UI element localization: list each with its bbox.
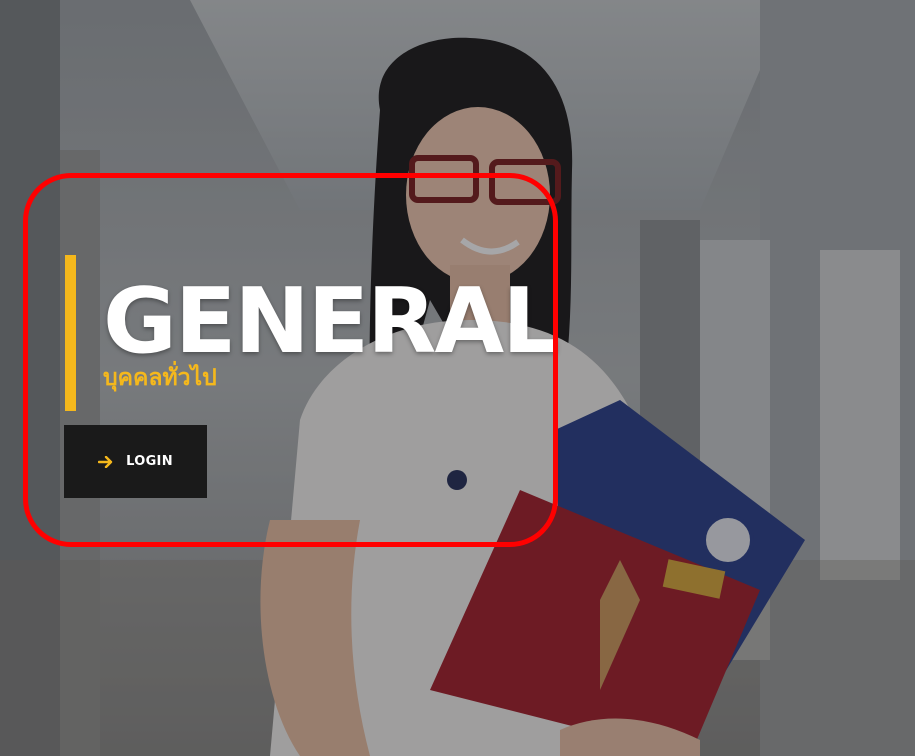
login-label: LOGIN — [126, 454, 173, 469]
arrow-right-icon — [97, 455, 114, 468]
login-button[interactable]: LOGIN — [64, 425, 207, 498]
page-title: GENERAL — [103, 269, 559, 374]
hero-section: GENERAL บุคคลทั่วไป LOGIN — [0, 0, 915, 756]
accent-bar — [65, 255, 76, 411]
page-subtitle: บุคคลทั่วไป — [103, 365, 217, 391]
